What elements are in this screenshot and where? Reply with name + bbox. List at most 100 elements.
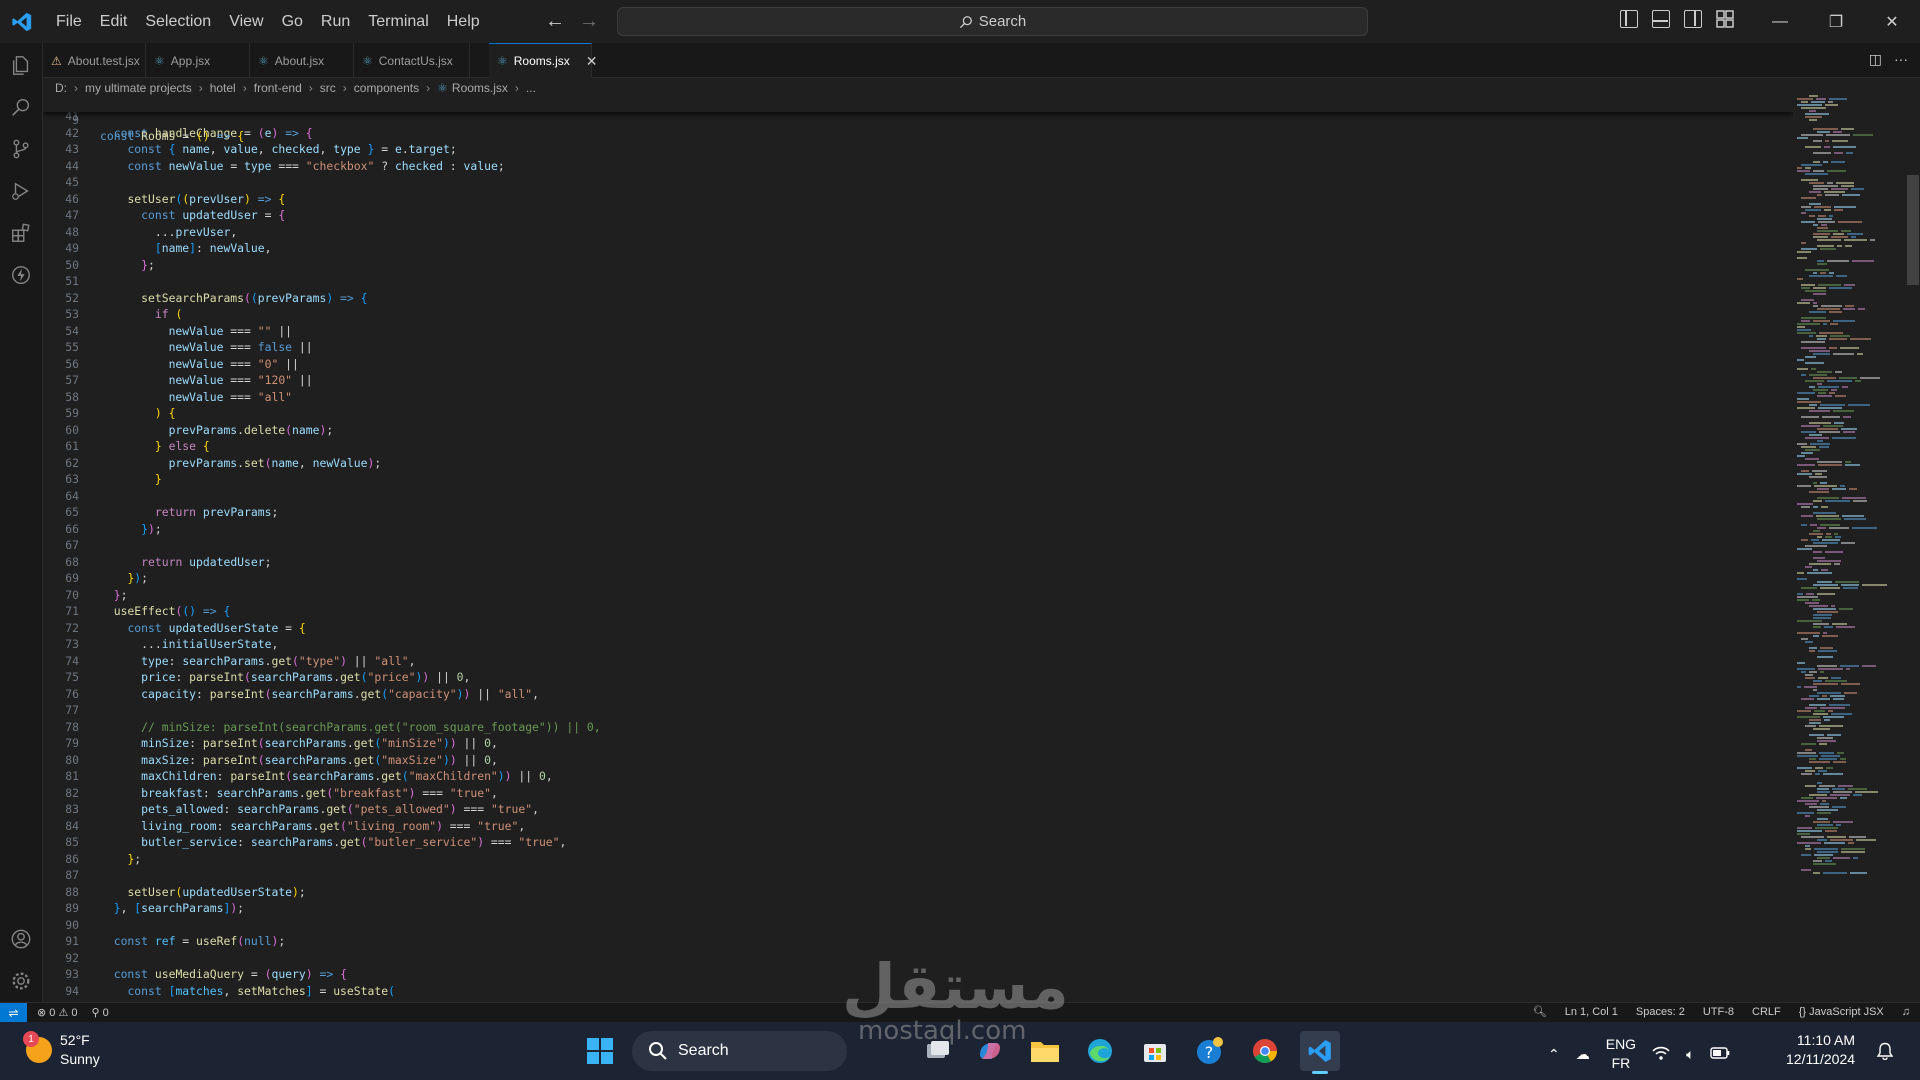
code-line[interactable]: 88 setUser(updatedUserState); — [43, 884, 1793, 901]
toggle-primary-sidebar-icon[interactable] — [1620, 10, 1638, 28]
code-line[interactable]: 53 if ( — [43, 306, 1793, 323]
start-button[interactable] — [580, 1031, 620, 1071]
code-line[interactable]: 59 ) { — [43, 405, 1793, 422]
breadcrumb-item[interactable]: front-end — [254, 81, 302, 95]
menu-terminal[interactable]: Terminal — [359, 9, 437, 35]
code-line[interactable]: 81 maxChildren: parseInt(searchParams.ge… — [43, 768, 1793, 785]
forward-arrow-icon[interactable]: → — [579, 10, 599, 33]
zoom-icon[interactable]: 🔍︎ — [1533, 1005, 1547, 1018]
code-line[interactable]: 60 prevParams.delete(name); — [43, 422, 1793, 439]
code-line[interactable]: 54 newValue === "" || — [43, 323, 1793, 340]
taskbar-search[interactable]: Search — [632, 1031, 847, 1071]
tab-app[interactable]: ⚛ App.jsx — [146, 43, 250, 78]
show-hidden-icons-icon[interactable]: ⌃ — [1548, 1046, 1560, 1063]
menu-file[interactable]: File — [47, 9, 91, 35]
code-line[interactable]: 69 }); — [43, 570, 1793, 587]
code-line[interactable]: 58 newValue === "all" — [43, 389, 1793, 406]
code-line[interactable]: 49 [name]: newValue, — [43, 240, 1793, 257]
code-line[interactable]: 56 newValue === "0" || — [43, 356, 1793, 373]
code-line[interactable]: 80 maxSize: parseInt(searchParams.get("m… — [43, 752, 1793, 769]
encoding[interactable]: UTF-8 — [1703, 1006, 1734, 1018]
code-line[interactable]: 78 // minSize: parseInt(searchParams.get… — [43, 719, 1793, 736]
back-arrow-icon[interactable]: ← — [545, 10, 565, 33]
extensions-icon[interactable] — [9, 221, 33, 245]
indentation[interactable]: Spaces: 2 — [1636, 1006, 1685, 1018]
code-line[interactable]: 65 return prevParams; — [43, 504, 1793, 521]
minimap[interactable] — [1793, 95, 1903, 1002]
get-help-icon[interactable]: ? — [1190, 1031, 1230, 1071]
scrollbar-thumb[interactable] — [1907, 175, 1919, 285]
copilot-icon[interactable] — [970, 1031, 1010, 1071]
settings-gear-icon[interactable] — [9, 969, 33, 993]
code-line[interactable]: 67 — [43, 537, 1793, 554]
code-line[interactable]: 75 price: parseInt(searchParams.get("pri… — [43, 669, 1793, 686]
code-line[interactable]: 74 type: searchParams.get("type") || "al… — [43, 653, 1793, 670]
close-tab-icon[interactable]: ✕ — [586, 53, 598, 70]
input-language[interactable]: ENG FR — [1606, 1035, 1636, 1073]
remote-icon[interactable]: ⇌ — [0, 1002, 27, 1023]
notification-bell-icon[interactable] — [1876, 1042, 1894, 1065]
more-actions-icon[interactable]: ··· — [1894, 51, 1908, 68]
run-debug-icon[interactable] — [9, 179, 33, 203]
code-line[interactable]: 47 const updatedUser = { — [43, 207, 1793, 224]
code-line[interactable]: 94 const [matches, setMatches] = useStat… — [43, 983, 1793, 1000]
chrome-browser-icon[interactable] — [1245, 1031, 1285, 1071]
edge-browser-icon[interactable] — [1080, 1031, 1120, 1071]
code-line[interactable]: 85 butler_service: searchParams.get("but… — [43, 834, 1793, 851]
code-line[interactable]: 45 — [43, 174, 1793, 191]
onedrive-offline-icon[interactable]: ☁ — [1576, 1046, 1590, 1063]
code-line[interactable]: 48 ...prevUser, — [43, 224, 1793, 241]
notifications-icon[interactable]: ♫ — [1902, 1006, 1910, 1018]
code-line[interactable]: 79 minSize: parseInt(searchParams.get("m… — [43, 735, 1793, 752]
code-line[interactable]: 73 ...initialUserState, — [43, 636, 1793, 653]
search-sidebar-icon[interactable] — [9, 95, 33, 119]
system-clock[interactable]: 11:10 AM 12/11/2024 — [1786, 1031, 1855, 1069]
breadcrumb-item[interactable]: Rooms.jsx — [452, 81, 508, 95]
volume-icon[interactable]: 🔈︎ — [1686, 1046, 1694, 1063]
restore-button[interactable]: ❐ — [1808, 0, 1864, 43]
code-line[interactable]: 61 } else { — [43, 438, 1793, 455]
tab-contact-us[interactable]: ⚛ ContactUs.jsx — [354, 43, 470, 78]
menu-selection[interactable]: Selection — [136, 9, 220, 35]
code-line[interactable]: 77 — [43, 702, 1793, 719]
tab-rooms[interactable]: ⚛ Rooms.jsx ✕ — [489, 43, 598, 78]
code-line[interactable]: 72 const updatedUserState = { — [43, 620, 1793, 637]
code-line[interactable]: 90 — [43, 917, 1793, 934]
code-line[interactable]: 42 const handleChange = (e) => { — [43, 125, 1793, 142]
breadcrumb-item[interactable]: D: — [55, 81, 67, 95]
code-line[interactable]: 93 const useMediaQuery = (query) => { — [43, 966, 1793, 983]
breadcrumb-item[interactable]: src — [320, 81, 336, 95]
minimize-button[interactable]: — — [1752, 0, 1808, 43]
code-line[interactable]: 66 }); — [43, 521, 1793, 538]
breadcrumb-item[interactable]: components — [354, 81, 419, 95]
explorer-icon[interactable] — [9, 53, 33, 77]
problems-indicator[interactable]: ⊗ 0 ⚠ 0 — [37, 1006, 78, 1019]
accounts-icon[interactable] — [9, 927, 33, 951]
ports-indicator[interactable]: ⚲ 0 — [92, 1006, 109, 1019]
code-line[interactable]: 46 setUser((prevUser) => { — [43, 191, 1793, 208]
code-line[interactable]: 83 pets_allowed: searchParams.get("pets_… — [43, 801, 1793, 818]
code-line[interactable]: 55 newValue === false || — [43, 339, 1793, 356]
sticky-scroll-header[interactable]: 9 const Rooms = () => { — [43, 95, 1793, 143]
code-line[interactable]: 89 }, [searchParams]); — [43, 900, 1793, 917]
menu-view[interactable]: View — [220, 9, 272, 35]
code-line[interactable]: 57 newValue === "120" || — [43, 372, 1793, 389]
command-center-search[interactable]: Search — [617, 7, 1368, 36]
vscode-taskbar-icon[interactable] — [1300, 1031, 1340, 1074]
code-line[interactable]: 51 — [43, 273, 1793, 290]
breadcrumb-item[interactable]: ... — [526, 81, 536, 95]
source-control-icon[interactable] — [9, 137, 33, 161]
menu-go[interactable]: Go — [273, 9, 312, 35]
code-line[interactable]: 70 }; — [43, 587, 1793, 604]
tab-about[interactable]: ⚛ About.jsx — [250, 43, 354, 78]
code-line[interactable]: 87 — [43, 867, 1793, 884]
battery-icon[interactable] — [1710, 1046, 1730, 1062]
language-mode[interactable]: {} JavaScript JSX — [1799, 1006, 1884, 1018]
code-line[interactable]: 43 const { name, value, checked, type } … — [43, 141, 1793, 158]
breadcrumb-item[interactable]: my ultimate projects — [85, 81, 192, 95]
code-line[interactable]: 71 useEffect(() => { — [43, 603, 1793, 620]
code-line[interactable]: 64 — [43, 488, 1793, 505]
end-of-line[interactable]: CRLF — [1752, 1006, 1781, 1018]
breadcrumb-item[interactable]: hotel — [210, 81, 236, 95]
code-line[interactable]: 52 setSearchParams((prevParams) => { — [43, 290, 1793, 307]
